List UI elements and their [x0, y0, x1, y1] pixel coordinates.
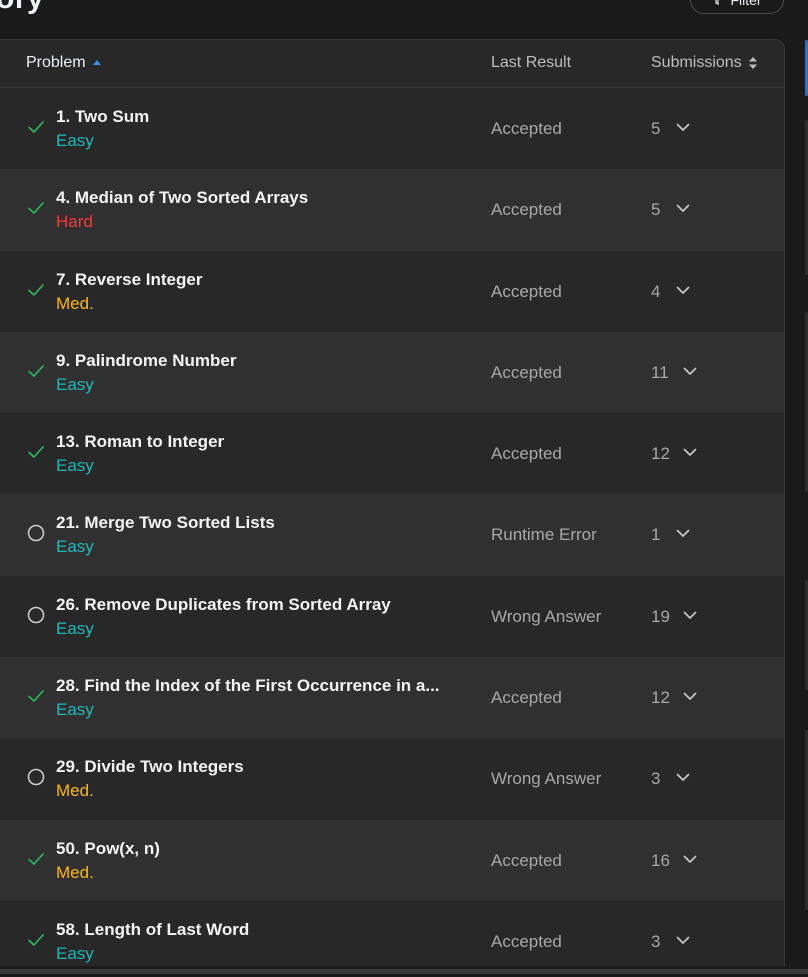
submission-count: 4: [651, 281, 661, 301]
chevron-down-icon[interactable]: [683, 611, 697, 620]
difficulty-label: Easy: [56, 618, 94, 638]
chevron-down-icon[interactable]: [676, 529, 690, 538]
solved-check-icon: [28, 365, 44, 377]
scrollbar-thumb[interactable]: [0, 969, 808, 974]
submission-count: 16: [651, 850, 670, 870]
difficulty-label: Easy: [56, 131, 94, 150]
table-row[interactable]: 4. Median of Two Sorted Arrays Hard Accept…: [0, 169, 784, 251]
last-result: Accepted: [491, 931, 562, 951]
table-row[interactable]: 7. Reverse Integer Med. Accepted 4: [0, 251, 784, 332]
submissions-header-label: Submissions: [651, 54, 742, 71]
problem-title-link[interactable]: 4. Median of Two Sorted Arrays: [56, 188, 308, 208]
submission-count: 19: [651, 606, 670, 626]
last-result: Accepted: [491, 281, 562, 301]
sort-ascending-icon: [92, 60, 101, 65]
difficulty-label: Easy: [56, 700, 94, 720]
submission-count: 3: [651, 769, 661, 789]
problem-title-link[interactable]: 1. Two Sum: [56, 107, 149, 127]
last-result-header-label: Last Result: [491, 54, 572, 71]
filter-icon: [715, 0, 720, 5]
solved-check-icon: [28, 446, 44, 458]
table-row[interactable]: 50. Pow(x, n) Med. Accepted 16: [0, 819, 784, 901]
table-row[interactable]: 13. Roman to Integer Easy Accepted 12: [0, 413, 784, 494]
last-result: Accepted: [491, 850, 562, 870]
chevron-down-icon[interactable]: [676, 123, 690, 132]
solved-check-icon: [28, 934, 44, 946]
submission-history-table: Problem Last Result Submissions 1. Two S…: [0, 39, 785, 977]
last-result: Accepted: [491, 444, 562, 464]
problem-title-link[interactable]: 26. Remove Duplicates from Sorted Array: [56, 595, 391, 615]
problem-title-link[interactable]: 50. Pow(x, n): [56, 839, 160, 859]
table-body: 1. Two Sum Easy Accepted 5 4. Median of Two …: [0, 88, 784, 976]
last-result-header: Last Result: [491, 54, 571, 72]
attempted-circle-icon: [27, 606, 45, 624]
solved-check-icon: [28, 690, 44, 702]
problem-title-link[interactable]: 29. Divide Two Integers: [56, 757, 244, 777]
problem-title-link[interactable]: 21. Merge Two Sorted Lists: [56, 513, 275, 533]
chevron-down-icon[interactable]: [683, 448, 697, 457]
filter-button-label: Filter: [730, 0, 762, 8]
last-result: Runtime Error: [491, 525, 597, 545]
solved-check-icon: [28, 283, 44, 296]
horizontal-scrollbar[interactable]: [0, 966, 808, 977]
last-result: Accepted: [491, 362, 562, 382]
submission-count: 5: [651, 200, 661, 220]
solved-check-icon: [28, 852, 44, 865]
difficulty-label: Med.: [56, 293, 94, 313]
difficulty-label: Easy: [56, 943, 94, 963]
last-result: Wrong Answer: [491, 606, 602, 626]
sort-icon: [748, 57, 757, 69]
problem-header-label: Problem: [26, 54, 86, 71]
difficulty-label: Easy: [56, 374, 94, 394]
problem-title-link[interactable]: 13. Roman to Integer: [56, 432, 224, 452]
table-row[interactable]: 26. Remove Duplicates from Sorted Array E…: [0, 576, 784, 657]
filter-button[interactable]: Filter: [690, 0, 784, 14]
chevron-down-icon[interactable]: [683, 855, 697, 864]
page-title: ory: [0, 0, 44, 16]
table-row[interactable]: 29. Divide Two Integers Med. Wrong Answer 3: [0, 738, 784, 819]
table-header: Problem Last Result Submissions: [0, 40, 784, 88]
table-row[interactable]: 28. Find the Index of the First Occurren…: [0, 657, 784, 739]
chevron-down-icon[interactable]: [676, 936, 690, 945]
submission-count: 11: [651, 362, 669, 382]
chevron-down-icon[interactable]: [683, 692, 697, 701]
last-result: Accepted: [491, 688, 562, 708]
difficulty-label: Med.: [56, 862, 94, 882]
right-panel-edge: [795, 0, 808, 977]
solved-check-icon: [28, 121, 44, 133]
problem-title-link[interactable]: 58. Length of Last Word: [56, 920, 249, 940]
difficulty-label: Easy: [56, 537, 94, 557]
problem-title-link[interactable]: 7. Reverse Integer: [56, 270, 202, 290]
problem-title-link[interactable]: 28. Find the Index of the First Occurren…: [56, 676, 440, 696]
difficulty-label: Hard: [56, 212, 93, 232]
submission-count: 3: [651, 931, 661, 951]
sort-by-problem-header[interactable]: Problem: [26, 54, 102, 72]
last-result: Accepted: [491, 119, 562, 138]
last-result: Accepted: [491, 200, 562, 220]
submission-count: 12: [651, 688, 670, 708]
problem-title-link[interactable]: 9. Palindrome Number: [56, 351, 236, 371]
table-row[interactable]: 9. Palindrome Number Easy Accepted 11: [0, 331, 784, 414]
table-row[interactable]: 21. Merge Two Sorted Lists Easy Runtime Er…: [0, 494, 784, 576]
submission-count: 5: [651, 119, 661, 138]
solved-check-icon: [28, 202, 44, 215]
last-result: Wrong Answer: [491, 769, 602, 789]
sort-by-submissions-header[interactable]: Submissions: [651, 54, 758, 72]
chevron-down-icon[interactable]: [676, 773, 690, 782]
chevron-down-icon[interactable]: [676, 204, 690, 213]
difficulty-label: Easy: [56, 456, 94, 476]
chevron-down-icon[interactable]: [676, 286, 690, 295]
submission-count: 1: [651, 525, 661, 545]
attempted-circle-icon: [27, 525, 45, 542]
chevron-down-icon[interactable]: [683, 367, 697, 376]
submission-count: 12: [651, 444, 670, 464]
attempted-circle-icon: [27, 769, 45, 786]
difficulty-label: Med.: [56, 781, 94, 801]
table-row[interactable]: 1. Two Sum Easy Accepted 5: [0, 88, 784, 169]
